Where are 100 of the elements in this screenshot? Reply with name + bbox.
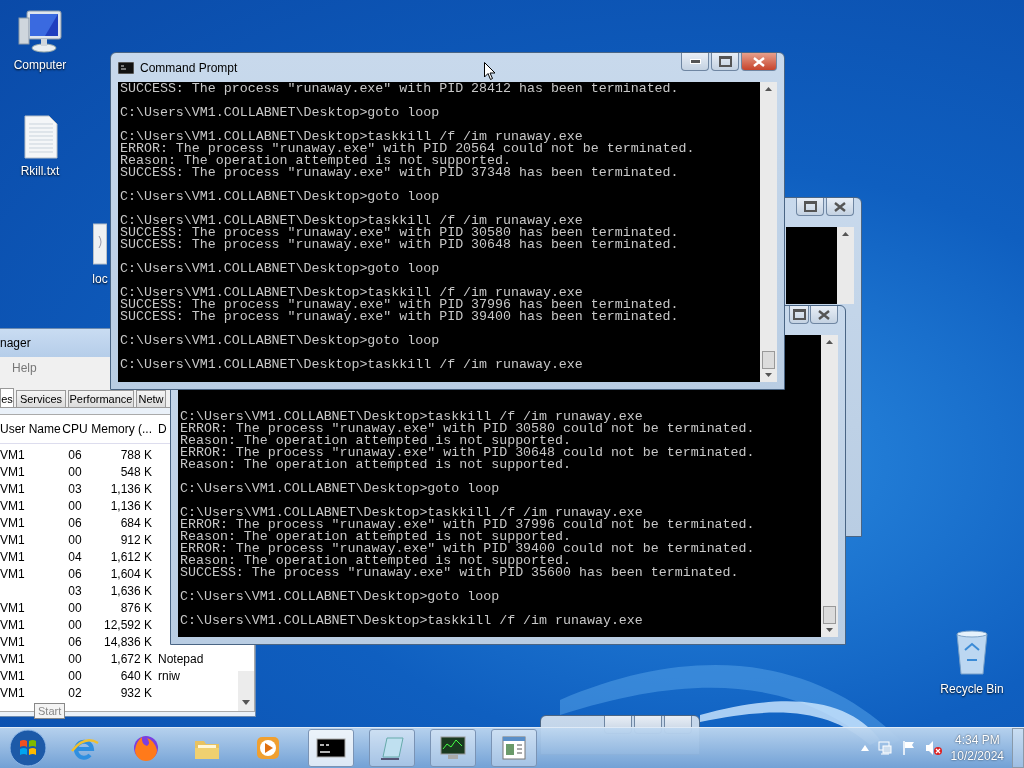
table-cell: 1,604 K	[110, 566, 152, 581]
table-cell: 932 K	[120, 685, 152, 700]
scroll-down-icon[interactable]	[242, 700, 250, 705]
close-button[interactable]	[826, 198, 854, 216]
tab[interactable]: es	[0, 388, 14, 407]
console-line: C:\Users\VM1.COLLABNET\Desktop>goto loop	[120, 263, 441, 275]
desktop-icon-label[interactable]: Computer	[13, 58, 67, 72]
table-cell-text: 00	[67, 532, 83, 547]
desktop-icon-label[interactable]: Recycle Bin	[940, 682, 1004, 696]
minimize-button[interactable]	[681, 53, 709, 71]
table-cell: 1,136 K	[110, 498, 152, 513]
table-cell: 1,636 K	[110, 583, 152, 598]
scroll-up-icon[interactable]	[842, 232, 849, 236]
table-cell: 788 K	[120, 447, 152, 462]
console-line: C:\Users\VM1.COLLABNET\Desktop>goto loop	[120, 335, 441, 347]
console-line: C:\Users\VM1.COLLABNET\Desktop>goto loop	[120, 107, 441, 119]
table-cell-text: 06	[67, 447, 83, 462]
table-cell: VM1	[0, 515, 25, 530]
scrollbar[interactable]	[821, 335, 838, 637]
column-header[interactable]: D	[152, 422, 167, 436]
console-line: C:\Users\VM1.COLLABNET\Desktop>taskkill /f /im runaway.exe	[120, 131, 584, 143]
tab[interactable]: Netw	[136, 390, 166, 407]
table-cell-text: 00	[67, 498, 83, 513]
console-line: ERROR: The process "runaway.exe" with PID 37996 could not be terminated.	[180, 519, 756, 531]
console-line: SUCCESS: The process "runaway.exe" with PID 39400 has been terminated.	[120, 311, 680, 323]
tooltip: Start	[34, 703, 66, 719]
maximize-icon	[792, 309, 806, 320]
table-cell: VM1	[0, 617, 25, 632]
table-cell-text: 03	[67, 481, 83, 496]
maximize-button[interactable]	[789, 306, 809, 324]
maximize-button[interactable]	[796, 198, 824, 216]
console-line: C:\Users\VM1.COLLABNET\Desktop>taskkill /f /im runaway.exe	[180, 507, 644, 519]
table-cell: 548 K	[120, 464, 152, 479]
table-cell: 912 K	[120, 532, 152, 547]
scroll-thumb[interactable]	[762, 351, 775, 369]
console-line: SUCCESS: The process "runaway.exe" with PID 35600 has been terminated.	[180, 567, 740, 579]
desktop-icon-label[interactable]: loc	[92, 272, 108, 286]
scroll-down-icon[interactable]	[826, 628, 833, 632]
computer-icon[interactable]	[17, 8, 63, 54]
table-cell: VM1	[0, 549, 25, 564]
console-line: C:\Users\VM1.COLLABNET\Desktop>goto loop	[120, 191, 441, 203]
table-cell-text: 00	[67, 464, 83, 479]
tab[interactable]: Services	[16, 390, 66, 407]
console-line: ERROR: The process "runaway.exe" with PID 39400 could not be terminated.	[180, 543, 756, 555]
console-line: Reason: The operation attempted is not supported.	[180, 459, 572, 471]
console-line: ERROR: The process "runaway.exe" with PID 20564 could not be terminated.	[120, 143, 696, 155]
window-title: nager	[0, 336, 31, 350]
window-title: Command Prompt	[140, 60, 238, 75]
scrollbar[interactable]	[238, 671, 254, 711]
table-cell: 640 K	[120, 668, 152, 683]
close-button[interactable]	[741, 53, 777, 71]
column-header[interactable]: CPU	[60, 422, 90, 436]
window-icon	[499, 733, 529, 763]
console-line: C:\Users\VM1.COLLABNET\Desktop>taskkill /f /im runaway.exe	[120, 215, 584, 227]
table-cell: VM1	[0, 447, 25, 462]
table-cell-text: 02	[67, 685, 83, 700]
console-line: SUCCESS: The process "runaway.exe" with PID 30580 has been terminated.	[120, 227, 680, 239]
scrollbar[interactable]	[760, 82, 777, 382]
column-header[interactable]: Memory (...	[90, 422, 152, 436]
menu-item[interactable]: Help	[12, 360, 37, 375]
desktop-icon-label[interactable]: Rkill.txt	[20, 164, 60, 178]
table-cell: VM1	[0, 566, 25, 581]
table-cell: Notepad	[158, 651, 204, 666]
minimize-icon	[689, 59, 701, 64]
table-cell: 1,612 K	[110, 549, 152, 564]
scroll-thumb[interactable]	[823, 606, 836, 624]
maximize-icon	[718, 56, 732, 67]
scroll-up-icon[interactable]	[826, 340, 833, 344]
console-line: C:\Users\VM1.COLLABNET\Desktop>goto loop	[180, 483, 501, 495]
table-cell-text: 06	[67, 515, 83, 530]
console-line: Reason: The operation attempted is not supported.	[120, 155, 512, 167]
time-text: 4:34 PM	[954, 732, 1000, 748]
table-cell: VM1	[0, 464, 25, 479]
close-icon	[818, 309, 830, 320]
maximize-button[interactable]	[711, 53, 739, 71]
table-cell-text: 04	[67, 549, 83, 564]
console-line: Reason: The operation attempted is not supported.	[180, 435, 571, 447]
console-line: SUCCESS: The process "runaway.exe" with PID 37348 has been terminated.	[120, 167, 680, 179]
taskbar-button[interactable]	[308, 729, 354, 767]
scrollbar[interactable]	[837, 227, 854, 304]
table-cell: VM1	[0, 532, 25, 547]
table-cell: 876 K	[120, 600, 152, 615]
console-line: Reason: The operation attempted is not supported.	[180, 555, 572, 567]
date-text: 10/2/2024	[950, 748, 1004, 764]
mouse-pointer-icon	[484, 62, 496, 81]
column-header[interactable]: User Name	[0, 422, 60, 436]
scroll-up-icon[interactable]	[765, 87, 772, 91]
tab[interactable]: Performance	[68, 390, 134, 407]
console-icon	[118, 61, 134, 74]
speaker-muted-icon[interactable]	[924, 740, 943, 756]
console-line: C:\Users\VM1.COLLABNET\Desktop>taskkill /f /im runaway.exe	[180, 615, 644, 627]
console-line: SUCCESS: The process "runaway.exe" with PID 30648 has been terminated.	[120, 239, 680, 251]
console-line: SUCCESS: The process "runaway.exe" with PID 37996 has been terminated.	[120, 299, 680, 311]
table-cell: 14,836 K	[103, 634, 152, 649]
table-cell-text: 00	[67, 668, 83, 683]
taskbar-button[interactable]	[430, 729, 476, 767]
close-button[interactable]	[810, 306, 838, 324]
file-icon[interactable]	[93, 222, 107, 268]
maximize-icon	[803, 201, 817, 212]
scroll-down-icon[interactable]	[765, 373, 772, 377]
